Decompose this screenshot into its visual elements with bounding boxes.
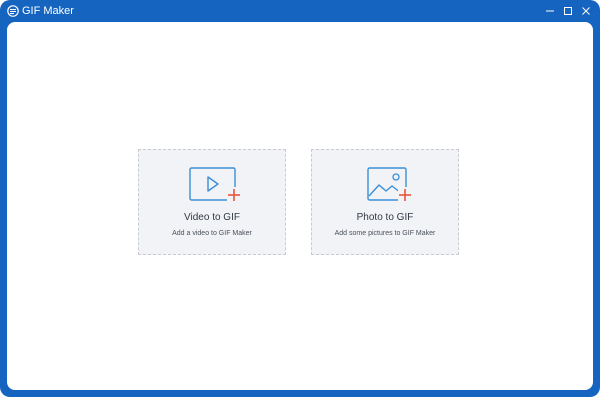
- video-to-gif-title: Video to GIF: [184, 212, 240, 223]
- close-button[interactable]: [577, 2, 595, 20]
- maximize-icon: [564, 7, 572, 15]
- photo-add-icon: [367, 167, 412, 201]
- app-window: GIF Maker Video to GIF Add a video to GI…: [0, 0, 600, 397]
- main-content: Video to GIF Add a video to GIF Maker Ph…: [7, 22, 593, 390]
- photo-to-gif-title: Photo to GIF: [356, 212, 414, 223]
- maximize-button[interactable]: [559, 2, 577, 20]
- photo-to-gif-subtitle: Add some pictures to GIF Maker: [334, 230, 436, 237]
- minimize-icon: [546, 10, 554, 12]
- window-title: GIF Maker: [22, 5, 74, 17]
- video-to-gif-card[interactable]: Video to GIF Add a video to GIF Maker: [138, 149, 286, 255]
- photo-to-gif-card[interactable]: Photo to GIF Add some pictures to GIF Ma…: [311, 149, 459, 255]
- minimize-button[interactable]: [541, 2, 559, 20]
- close-icon: [582, 7, 590, 15]
- title-bar[interactable]: GIF Maker: [0, 0, 600, 22]
- video-to-gif-subtitle: Add a video to GIF Maker: [172, 230, 252, 237]
- video-add-icon: [189, 167, 241, 201]
- gif-maker-app-icon: [7, 5, 19, 17]
